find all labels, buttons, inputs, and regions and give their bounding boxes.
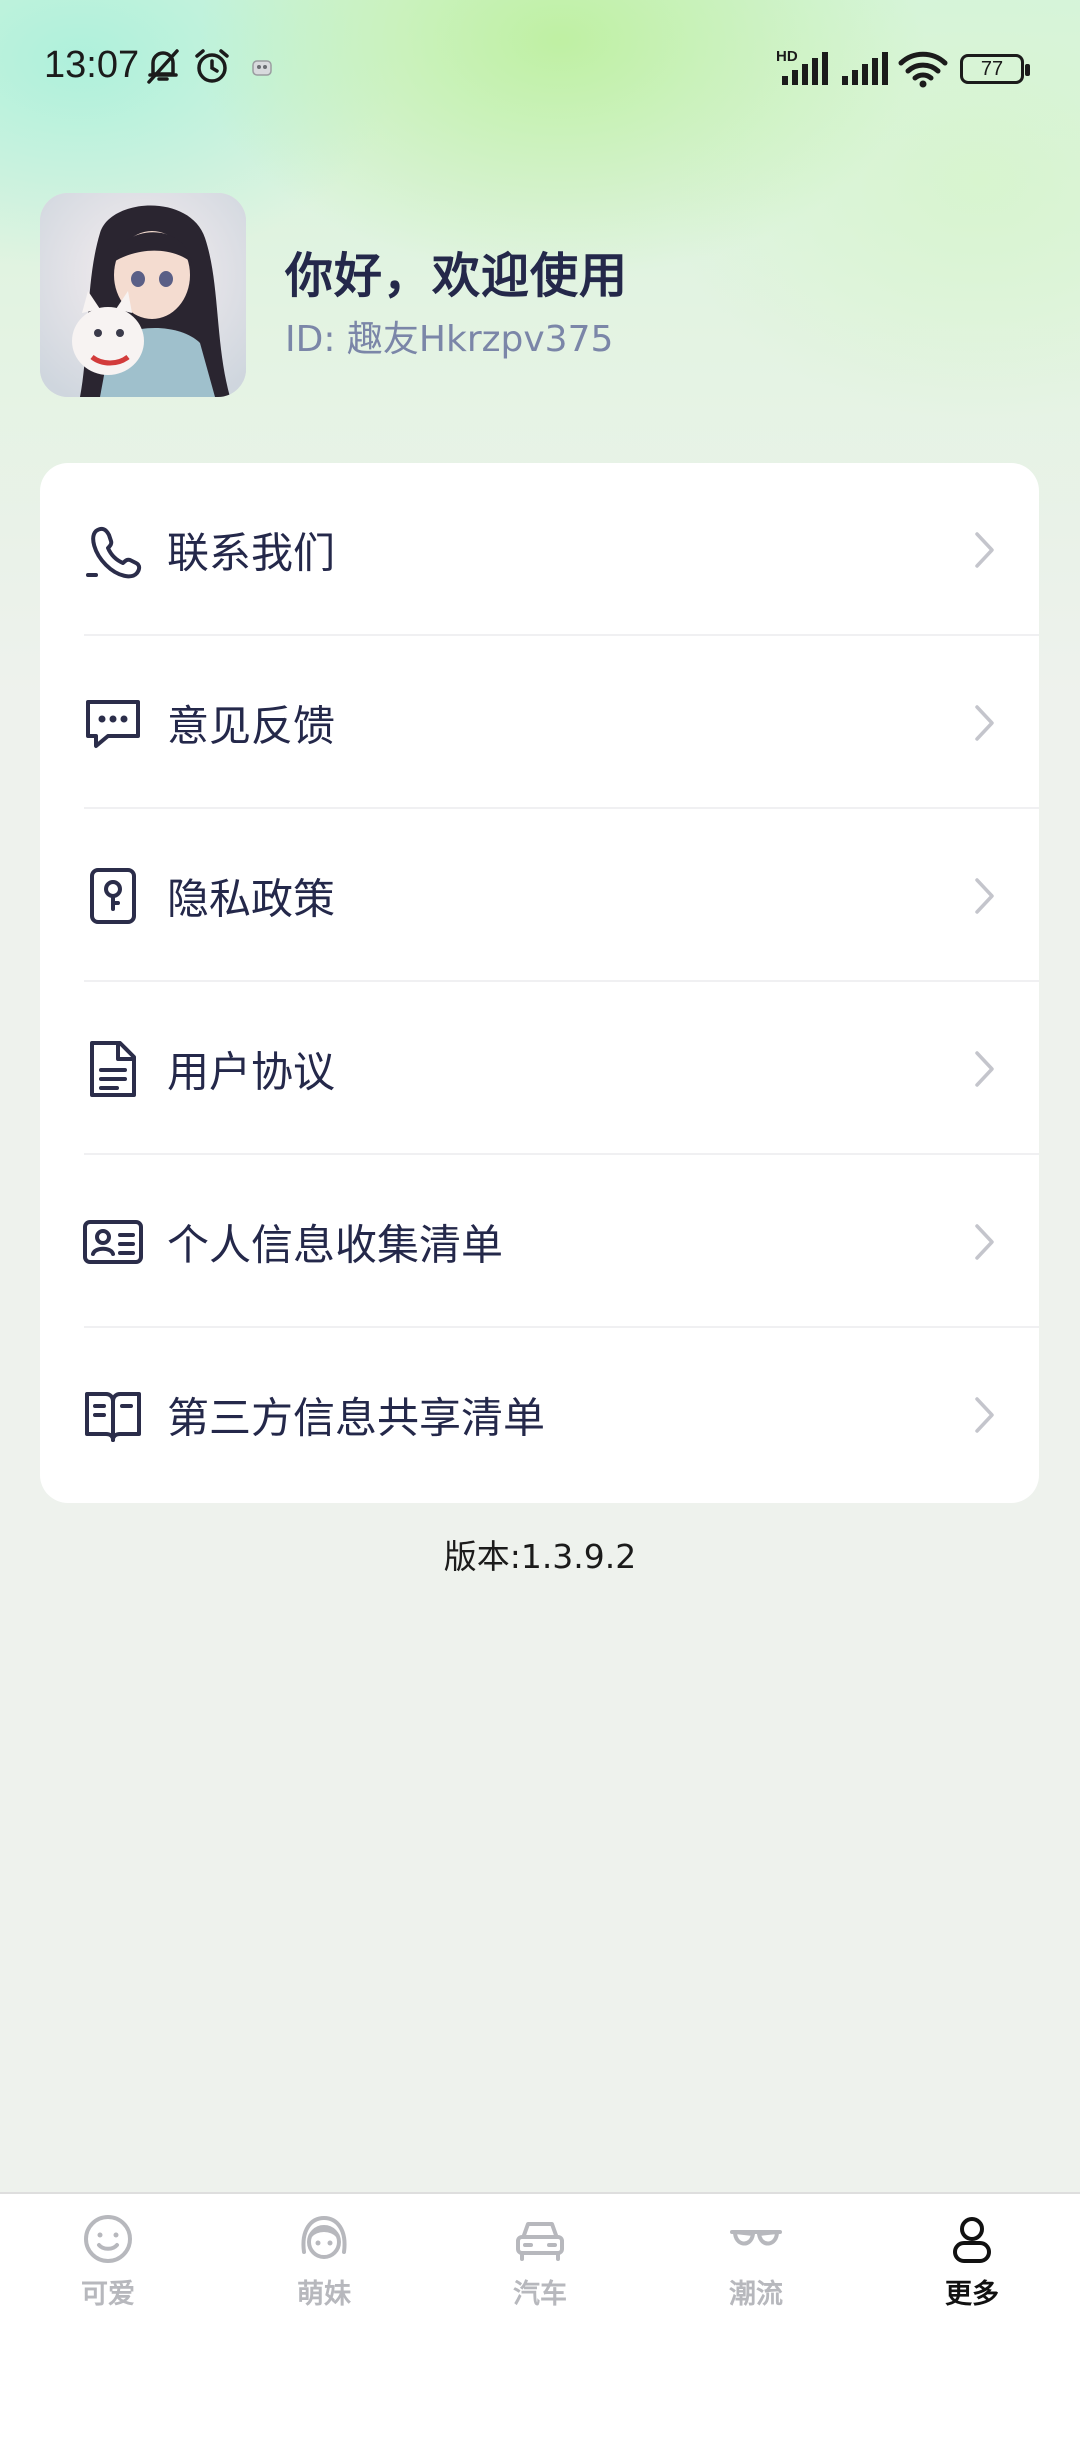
open-book-icon xyxy=(85,1391,141,1442)
menu-item-label: 隐私政策 xyxy=(167,874,336,923)
user-id: ID: 趣友Hkrzpv375 xyxy=(285,319,614,360)
tab-label: 潮流 xyxy=(729,2279,783,2310)
greeting-title: 你好，欢迎使用 xyxy=(285,248,629,304)
battery-level: 77 xyxy=(980,57,1004,80)
status-time: 13:07 xyxy=(44,44,140,86)
menu-item-personal-info-list[interactable]: 个人信息收集清单 xyxy=(40,1155,1039,1328)
alarm-icon xyxy=(195,49,229,83)
girl-face-icon xyxy=(301,2215,347,2259)
person-icon xyxy=(953,2217,991,2263)
tab-label: 汽车 xyxy=(513,2279,567,2310)
tab-label: 可爱 xyxy=(81,2279,135,2310)
signal-icon xyxy=(842,52,888,85)
bell-off-icon xyxy=(147,49,179,84)
tab-cute[interactable]: 可爱 xyxy=(0,2212,216,2322)
chevron-right-icon xyxy=(975,877,994,914)
chevron-right-icon xyxy=(975,531,994,568)
tab-car[interactable]: 汽车 xyxy=(432,2212,648,2322)
sunglasses-icon xyxy=(730,2230,782,2246)
tab-label: 更多 xyxy=(945,2279,999,2310)
menu-item-contact-us[interactable]: 联系我们 xyxy=(40,463,1039,636)
smiley-icon xyxy=(84,2215,132,2263)
phone-icon xyxy=(86,526,142,578)
menu-item-privacy-policy[interactable]: 隐私政策 xyxy=(40,809,1039,982)
tab-more[interactable]: 更多 xyxy=(864,2212,1080,2322)
battery-icon: 77 xyxy=(960,54,1030,84)
app-version: 版本:1.3.9.2 xyxy=(443,1537,637,1576)
menu-item-label: 用户协议 xyxy=(167,1047,336,1096)
privacy-lock-icon xyxy=(90,867,136,924)
menu-item-user-agreement[interactable]: 用户协议 xyxy=(40,982,1039,1155)
menu-item-third-party-sharing-list[interactable]: 第三方信息共享清单 xyxy=(40,1328,1039,1501)
tab-trend[interactable]: 潮流 xyxy=(648,2212,864,2322)
car-icon xyxy=(516,2222,564,2261)
tab-girl[interactable]: 萌妹 xyxy=(216,2212,432,2322)
id-card-icon xyxy=(83,1219,143,1264)
tab-label: 萌妹 xyxy=(297,2279,351,2310)
menu-item-label: 联系我们 xyxy=(167,528,336,577)
menu-item-label: 意见反馈 xyxy=(167,701,336,750)
menu-item-label: 第三方信息共享清单 xyxy=(167,1393,546,1442)
wifi-icon xyxy=(898,51,948,88)
settings-menu-card: 联系我们 意见反馈 隐私政策 用户协议 个人信息收集清单 第三方信息共享清单 xyxy=(40,463,1039,1503)
avatar[interactable] xyxy=(40,193,246,397)
signal-icon xyxy=(782,52,828,85)
chevron-right-icon xyxy=(975,1396,994,1433)
bottom-tab-bar: 可爱 萌妹 汽车 潮流 更多 xyxy=(0,2192,1080,2460)
chevron-right-icon xyxy=(975,1050,994,1087)
chevron-right-icon xyxy=(975,704,994,741)
status-bar: 13:07 HD 77 xyxy=(0,0,1080,130)
chat-bubble-icon xyxy=(86,699,140,748)
document-icon xyxy=(90,1040,136,1097)
notification-app-icon xyxy=(252,60,272,76)
chevron-right-icon xyxy=(975,1223,994,1260)
menu-item-feedback[interactable]: 意见反馈 xyxy=(40,636,1039,809)
menu-item-label: 个人信息收集清单 xyxy=(167,1220,504,1269)
